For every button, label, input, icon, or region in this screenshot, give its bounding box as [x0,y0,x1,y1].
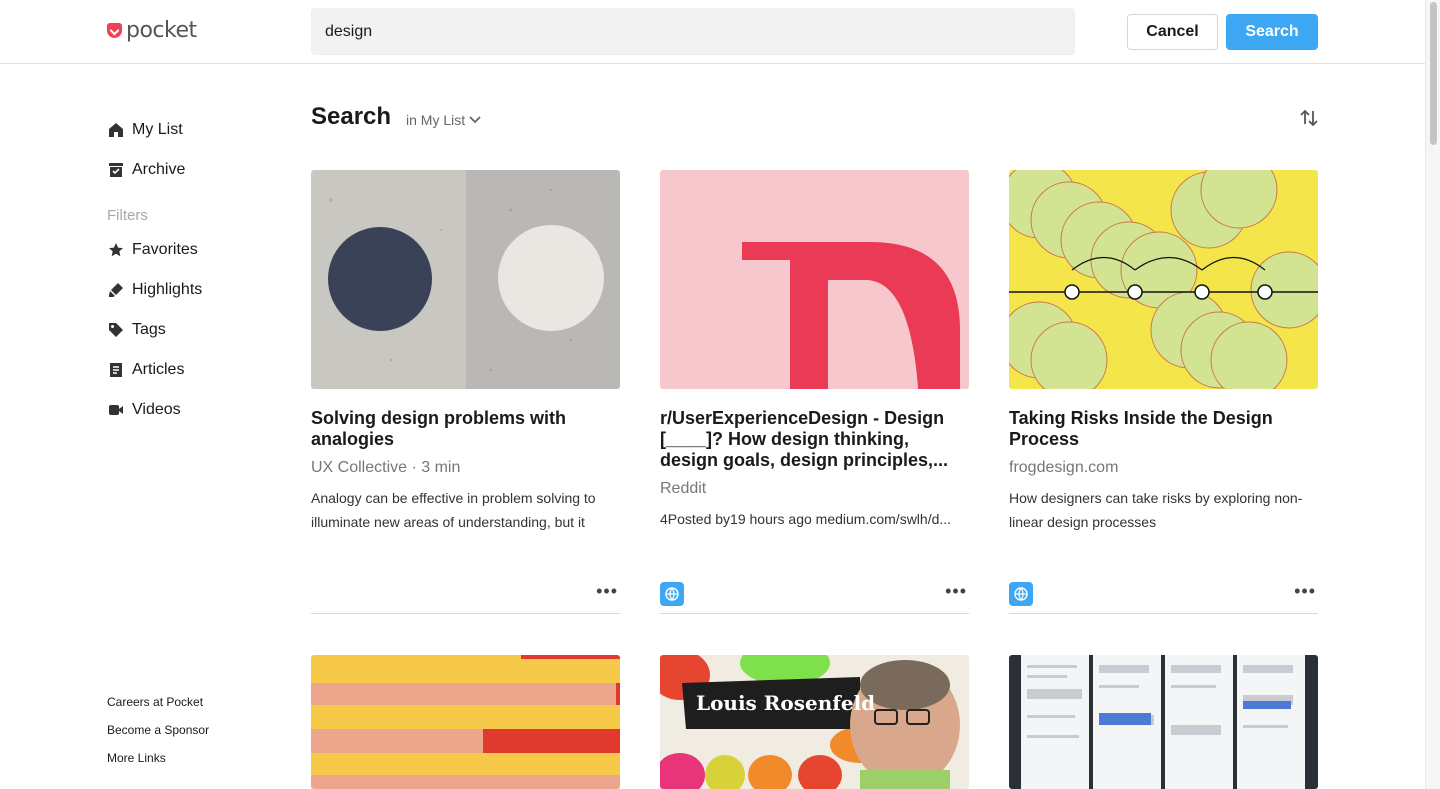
article-excerpt: How designers can take risks by explorin… [1009,490,1303,530]
article-card[interactable] [1009,655,1318,789]
sidebar-item-articles[interactable]: Articles [107,350,287,390]
footer-links: Careers at Pocket Become a Sponsor More … [107,692,209,776]
article-card[interactable] [311,655,620,789]
article-thumbnail[interactable] [660,170,969,389]
article-title[interactable]: Solving design problems with analogies [311,408,620,450]
top-bar: pocket Cancel Search [0,0,1425,64]
sidebar-item-tags[interactable]: Tags [107,310,287,350]
scrollbar-thumb[interactable] [1430,2,1437,145]
cancel-button[interactable]: Cancel [1127,14,1218,50]
sort-icon[interactable] [1299,108,1319,128]
more-links[interactable]: More Links [107,748,209,776]
sidebar-item-label: Videos [132,401,181,418]
search-input[interactable] [311,8,1075,55]
careers-link[interactable]: Careers at Pocket [107,692,209,720]
sidebar-item-label: Highlights [132,281,203,298]
article-thumbnail[interactable] [1009,170,1318,389]
page-scrollbar[interactable] [1425,0,1440,789]
tag-icon [107,322,124,339]
article-title[interactable]: Taking Risks Inside the Design Process [1009,408,1318,450]
scope-label: in My List [406,112,466,128]
chevron-down-icon [469,116,481,124]
article-source: Reddit [660,480,707,497]
sidebar-item-videos[interactable]: Videos [107,390,287,430]
article-card[interactable]: Taking Risks Inside the Design Process f… [1009,170,1318,614]
card-actions: ••• [311,576,620,614]
globe-icon [660,582,684,606]
highlighter-icon [107,282,124,299]
filters-heading: Filters [107,207,148,224]
article-card[interactable]: r/UserExperienceDesign - Design [____]? … [660,170,969,614]
video-icon [107,402,124,419]
sidebar-item-highlights[interactable]: Highlights [107,270,287,310]
more-options-icon[interactable]: ••• [945,582,967,600]
sidebar-item-favorites[interactable]: Favorites [107,230,287,270]
sponsor-link[interactable]: Become a Sponsor [107,720,209,748]
sidebar-item-label: Favorites [132,241,198,258]
logo-text: pocket [126,18,197,43]
globe-icon [1009,582,1033,606]
article-card[interactable]: Louis Rosenfeld [660,655,969,789]
article-thumbnail[interactable] [311,655,620,789]
pocket-logo-icon [107,23,122,38]
article-thumbnail[interactable] [1009,655,1318,789]
article-thumbnail[interactable] [311,170,620,389]
sidebar-item-label: My List [132,121,183,138]
sidebar-item-label: Tags [132,321,166,338]
sidebar-item-label: Archive [132,161,186,178]
sidebar-item-my-list[interactable]: My List [107,110,287,150]
article-excerpt: Analogy can be effective in problem solv… [311,490,596,530]
article-thumbnail[interactable]: Louis Rosenfeld [660,655,969,789]
article-source: UX Collective · 3 min [311,459,461,476]
thumbnail-caption: Louis Rosenfeld [696,691,876,715]
sidebar-item-archive[interactable]: Archive [107,150,287,190]
card-actions: ••• [1009,576,1318,614]
article-excerpt: 4Posted by19 hours ago medium.com/swlh/d… [660,511,952,527]
scope-dropdown[interactable]: in My List [406,112,481,128]
search-button[interactable]: Search [1226,14,1318,50]
card-actions: ••• [660,576,969,614]
home-icon [107,122,124,139]
pocket-logo[interactable]: pocket [107,18,197,43]
more-options-icon[interactable]: ••• [1294,582,1316,600]
archive-icon [107,162,124,179]
article-title[interactable]: r/UserExperienceDesign - Design [____]? … [660,408,969,471]
sidebar: My List Archive Filters Favorites Highli… [107,110,287,430]
page-title: Search [311,103,392,130]
article-icon [107,362,124,379]
article-source: frogdesign.com [1009,459,1119,476]
star-icon [107,242,124,259]
article-card[interactable]: Solving design problems with analogies U… [311,170,620,614]
sidebar-item-label: Articles [132,361,185,378]
more-options-icon[interactable]: ••• [596,582,618,600]
